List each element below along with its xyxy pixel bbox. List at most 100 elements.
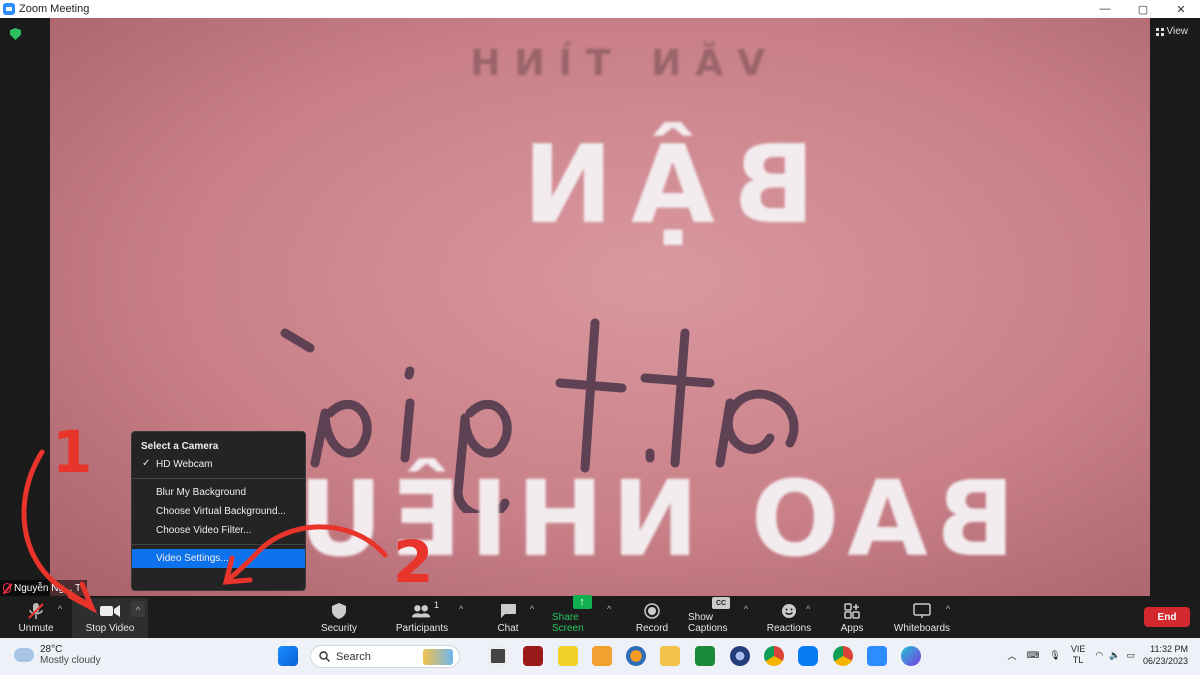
restore-button[interactable]: ▢ [1124, 0, 1162, 18]
menu-item-blur-background[interactable]: Blur My Background [132, 483, 305, 502]
menu-item-virtual-background[interactable]: Choose Virtual Background... [132, 502, 305, 521]
zoom-app-icon [3, 3, 15, 15]
chat-button[interactable]: Chat [490, 598, 526, 638]
window-controls: — ▢ ✕ [1086, 0, 1200, 18]
weather-widget[interactable]: 28°C Mostly cloudy [11, 643, 101, 666]
unmute-button[interactable]: Unmute [10, 598, 62, 638]
clock-date: 06/23/2023 [1142, 656, 1188, 666]
whiteboards-caret[interactable]: ^ [946, 604, 950, 614]
share-screen-icon: ↑ [572, 595, 592, 609]
search-placeholder: Search [336, 650, 371, 663]
window-title: Zoom Meeting [19, 3, 90, 15]
chrome-icon[interactable] [764, 646, 784, 666]
share-screen-button[interactable]: ↑ Share Screen [552, 595, 612, 638]
canva-icon[interactable] [901, 646, 921, 666]
app-globe-icon[interactable] [730, 646, 750, 666]
unmute-label: Unmute [18, 623, 54, 634]
app-orange-icon[interactable] [592, 646, 612, 666]
chrome-canary-icon[interactable] [833, 646, 853, 666]
meeting-toolbar: Unmute ^ Stop Video ^ Security 1 Partici… [0, 595, 1200, 638]
video-camera-icon [100, 602, 120, 620]
checkmark-icon: ✓ [142, 458, 151, 469]
end-meeting-button[interactable]: End [1144, 607, 1190, 627]
camera-option-label: HD Webcam [156, 459, 213, 470]
stop-video-label: Stop Video [85, 623, 135, 634]
system-tray: ︿ ⌨ 🎙 VIE TL ◠ 🔈 ▭ 11:32 PM 06/23/2023 [1007, 643, 1188, 667]
search-icon [319, 651, 330, 662]
input-language[interactable]: VIE TL [1071, 644, 1086, 666]
microphone-tray-icon[interactable]: 🎙 [1049, 650, 1060, 661]
tray-overflow-chevron-icon[interactable]: ︿ [1007, 649, 1016, 662]
xbox-icon[interactable] [695, 646, 715, 666]
search-highlight-icon [423, 648, 453, 665]
minimize-button[interactable]: — [1086, 0, 1124, 18]
muted-mic-icon [3, 583, 11, 593]
reactions-caret[interactable]: ^ [806, 604, 810, 614]
security-button[interactable]: Security [316, 598, 362, 638]
participants-button[interactable]: 1 Participants [393, 598, 451, 638]
window-titlebar: Zoom Meeting — ▢ ✕ [0, 0, 1200, 18]
file-explorer-icon[interactable] [660, 646, 680, 666]
camera-option-hd-webcam[interactable]: ✓ HD Webcam [132, 455, 305, 474]
taskbar-search-box[interactable]: Search [310, 645, 460, 668]
video-text-top: VĂN TÌNH [456, 43, 765, 84]
participants-count: 1 [434, 600, 440, 610]
video-options-caret[interactable]: ^ [131, 601, 145, 617]
step-1-number: 1 [52, 418, 93, 486]
lang-line2: TL [1072, 655, 1084, 665]
record-label: Record [635, 623, 669, 634]
participants-label: Participants [395, 623, 449, 634]
chat-label: Chat [497, 623, 519, 634]
participants-caret[interactable]: ^ [459, 604, 463, 614]
taskbar-clock[interactable]: 11:32 PM 06/23/2023 [1143, 643, 1188, 667]
grid-view-icon [1155, 27, 1164, 36]
audio-options-caret[interactable]: ^ [58, 604, 62, 614]
chat-caret[interactable]: ^ [530, 604, 534, 614]
sticky-notes-icon[interactable] [558, 646, 578, 666]
cc-badge: CC [712, 597, 730, 609]
share-screen-label: Share Screen [552, 612, 584, 634]
captions-caret[interactable]: ^ [744, 604, 748, 614]
captions-icon: CC [711, 597, 731, 609]
reactions-label: Reactions [766, 623, 812, 634]
weather-temperature: 28°C [40, 644, 63, 655]
wifi-icon[interactable]: ◠ [1095, 650, 1103, 661]
battery-icon[interactable]: ▭ [1126, 650, 1135, 661]
security-label: Security [320, 623, 358, 634]
participant-name-tag: Nguyễn Ng... T [0, 580, 88, 596]
blender-icon[interactable] [626, 646, 646, 666]
menu-item-video-settings[interactable]: Video Settings... [132, 549, 305, 568]
view-button[interactable]: View [1155, 26, 1189, 37]
encryption-shield-icon[interactable] [10, 28, 21, 40]
weather-condition: Mostly cloudy [40, 655, 101, 666]
keyboard-icon[interactable]: ⌨ [1026, 650, 1039, 661]
whiteboard-icon [912, 602, 932, 620]
view-label: View [1166, 26, 1189, 37]
step-2-number: 2 [393, 528, 434, 596]
windows-start-icon[interactable] [278, 646, 298, 666]
whiteboards-button[interactable]: Whiteboards [892, 598, 952, 638]
record-button[interactable]: Record [632, 598, 672, 638]
participants-icon: 1 [412, 600, 439, 620]
menu-divider [132, 544, 305, 545]
apps-icon [842, 602, 862, 620]
camera-menu-header: Select a Camera [141, 441, 219, 452]
shield-icon [329, 602, 349, 620]
close-button[interactable]: ✕ [1162, 0, 1200, 18]
participant-name: Nguyễn Ng... T [14, 582, 82, 594]
chat-bubble-icon [498, 602, 518, 620]
apps-button[interactable]: Apps [836, 598, 868, 638]
lang-line1: VIE [1070, 644, 1086, 654]
mic-muted-icon [26, 602, 46, 620]
menu-item-video-filter[interactable]: Choose Video Filter... [132, 521, 305, 540]
app-red-icon[interactable] [523, 646, 543, 666]
zalo-icon[interactable] [798, 646, 818, 666]
volume-icon[interactable]: 🔈 [1109, 650, 1120, 661]
show-captions-label: Show Captions [688, 612, 728, 634]
zoom-taskbar-icon[interactable] [867, 646, 887, 666]
record-icon [642, 602, 662, 620]
task-view-icon[interactable] [488, 646, 508, 666]
share-caret[interactable]: ^ [607, 604, 611, 614]
whiteboards-label: Whiteboards [893, 623, 951, 634]
camera-select-menu: Select a Camera ✓ HD Webcam Blur My Back… [131, 431, 306, 591]
